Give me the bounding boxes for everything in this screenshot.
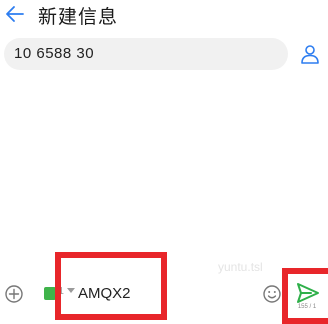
recipient-number: 10 6588 30 xyxy=(14,45,95,62)
app-header: 新建信息 xyxy=(0,0,328,30)
plus-circle-icon[interactable] xyxy=(4,284,24,304)
highlight-box-message xyxy=(55,252,167,320)
watermark-text: yuntu.tsl xyxy=(218,260,263,274)
highlight-box-send xyxy=(282,268,328,324)
page-title: 新建信息 xyxy=(38,6,119,28)
arrow-left-icon[interactable] xyxy=(4,3,26,25)
person-icon[interactable] xyxy=(298,42,322,66)
smiley-icon[interactable] xyxy=(262,284,282,304)
recipient-field[interactable]: 10 6588 30 xyxy=(4,38,288,70)
